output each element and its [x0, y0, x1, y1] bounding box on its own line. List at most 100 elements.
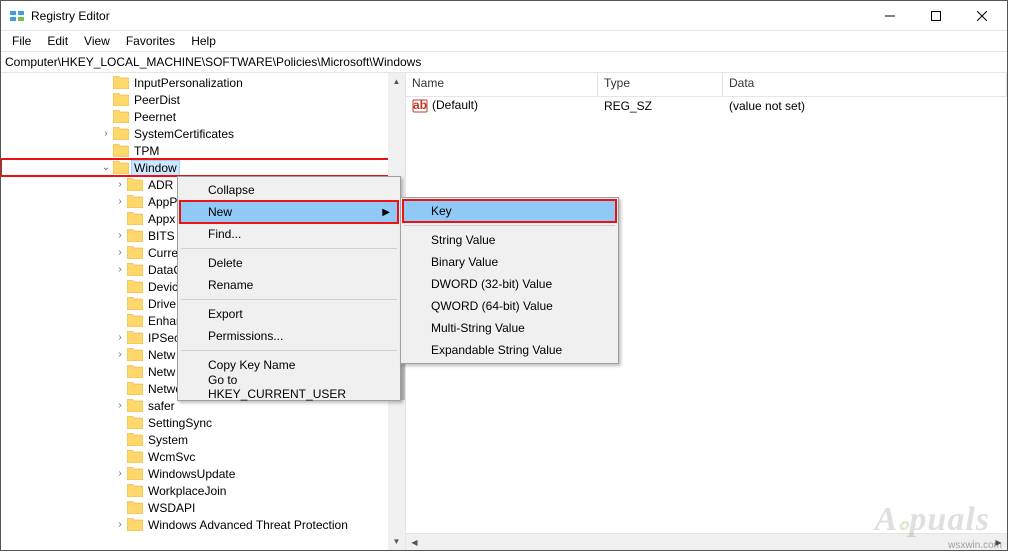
tree-item[interactable]: ›WindowsUpdate [1, 465, 405, 482]
scroll-up-button[interactable]: ▲ [388, 73, 405, 90]
scroll-left-button[interactable]: ◀ [406, 534, 423, 550]
list-header: Name Type Data [406, 73, 1007, 97]
tree-item-label: SettingSync [146, 416, 214, 430]
ctx-delete[interactable]: Delete [180, 252, 398, 274]
folder-icon [127, 195, 143, 208]
ctx-label: Multi-String Value [431, 321, 525, 335]
ctx-label: New [208, 205, 232, 219]
column-header-data[interactable]: Data [723, 73, 1007, 96]
tree-item-label: InputPersonalization [132, 76, 245, 90]
tree-item-label: Appx [146, 212, 177, 226]
maximize-button[interactable] [913, 1, 959, 31]
ctx-new-key[interactable]: Key [403, 200, 616, 222]
folder-icon [127, 246, 143, 259]
expand-icon[interactable]: › [113, 519, 127, 530]
ctx-label: Export [208, 307, 243, 321]
ctx-goto-hkcu[interactable]: Go to HKEY_CURRENT_USER [180, 376, 398, 398]
folder-icon [113, 76, 129, 89]
tree-item[interactable]: ›Peernet [1, 108, 405, 125]
tree-item-label: System [146, 433, 190, 447]
folder-icon [127, 331, 143, 344]
expand-icon[interactable]: › [113, 468, 127, 479]
tree-item[interactable]: ›Windows Advanced Threat Protection [1, 516, 405, 533]
minimize-button[interactable] [867, 1, 913, 31]
column-header-name[interactable]: Name [406, 73, 598, 96]
scroll-down-button[interactable]: ▼ [388, 533, 405, 550]
menu-favorites[interactable]: Favorites [119, 33, 182, 49]
svg-text:ab: ab [413, 98, 427, 112]
menu-file[interactable]: File [5, 33, 38, 49]
folder-icon [127, 263, 143, 276]
folder-icon [127, 212, 143, 225]
ctx-separator [181, 299, 397, 300]
titlebar: Registry Editor [1, 1, 1007, 31]
tree-item[interactable]: ›WSDAPI [1, 499, 405, 516]
ctx-new-expandable-string[interactable]: Expandable String Value [403, 339, 616, 361]
tree-item[interactable]: ›PeerDist [1, 91, 405, 108]
expand-icon[interactable]: › [99, 128, 113, 139]
expand-icon[interactable]: › [113, 179, 127, 190]
ctx-find[interactable]: Find... [180, 223, 398, 245]
menu-view[interactable]: View [77, 33, 117, 49]
menu-help[interactable]: Help [184, 33, 223, 49]
ctx-separator [181, 248, 397, 249]
folder-icon [113, 161, 129, 174]
ctx-permissions[interactable]: Permissions... [180, 325, 398, 347]
ctx-collapse[interactable]: Collapse [180, 179, 398, 201]
ctx-label: Collapse [208, 183, 255, 197]
ctx-label: Delete [208, 256, 243, 270]
ctx-new-qword[interactable]: QWORD (64-bit) Value [403, 295, 616, 317]
ctx-new-binary[interactable]: Binary Value [403, 251, 616, 273]
registry-editor-window: Registry Editor File Edit View Favorites… [0, 0, 1008, 551]
ctx-label: DWORD (32-bit) Value [431, 277, 552, 291]
tree-item[interactable]: ›TPM [1, 142, 405, 159]
window-title: Registry Editor [31, 9, 110, 23]
expand-icon[interactable]: › [113, 230, 127, 241]
ctx-new-multi-string[interactable]: Multi-String Value [403, 317, 616, 339]
tree-item-label: AppP [146, 195, 179, 209]
tree-item[interactable]: ›System [1, 431, 405, 448]
collapse-icon[interactable]: ⌄ [99, 162, 113, 173]
context-submenu-new: Key String Value Binary Value DWORD (32-… [400, 197, 619, 364]
ctx-label: Rename [208, 278, 253, 292]
ctx-separator [404, 225, 615, 226]
watermark-site: wsxwin.com [948, 540, 1002, 551]
list-row[interactable]: ab(Default)REG_SZ(value not set) [406, 97, 1007, 115]
ctx-new-dword[interactable]: DWORD (32-bit) Value [403, 273, 616, 295]
folder-icon [127, 365, 143, 378]
tree-item-label: Netw [146, 365, 177, 379]
tree-item[interactable]: ›SettingSync [1, 414, 405, 431]
address-input[interactable] [5, 55, 1003, 69]
tree-item-label: Netw [146, 348, 177, 362]
ctx-label: Go to HKEY_CURRENT_USER [208, 373, 368, 401]
tree-item[interactable]: ›WorkplaceJoin [1, 482, 405, 499]
ctx-new-string[interactable]: String Value [403, 229, 616, 251]
tree-item[interactable]: ⌄Window [1, 159, 405, 176]
menu-edit[interactable]: Edit [40, 33, 75, 49]
expand-icon[interactable]: › [113, 264, 127, 275]
tree-item[interactable]: ›WcmSvc [1, 448, 405, 465]
address-bar [1, 51, 1007, 73]
ctx-label: Binary Value [431, 255, 498, 269]
ctx-rename[interactable]: Rename [180, 274, 398, 296]
app-icon [9, 8, 25, 24]
ctx-new[interactable]: New▶ [180, 201, 398, 223]
column-header-type[interactable]: Type [598, 73, 723, 96]
ctx-label: Find... [208, 227, 241, 241]
tree-item-label: WorkplaceJoin [146, 484, 228, 498]
watermark-logo: A✪puals [875, 501, 990, 539]
expand-icon[interactable]: › [113, 196, 127, 207]
expand-icon[interactable]: › [113, 332, 127, 343]
close-button[interactable] [959, 1, 1005, 31]
folder-icon [127, 382, 143, 395]
expand-icon[interactable]: › [113, 400, 127, 411]
tree-item[interactable]: ›SystemCertificates [1, 125, 405, 142]
expand-icon[interactable]: › [113, 349, 127, 360]
ctx-export[interactable]: Export [180, 303, 398, 325]
folder-icon [127, 314, 143, 327]
value-data: (value not set) [723, 99, 1007, 113]
tree-item-label: Curre [146, 246, 180, 260]
expand-icon[interactable]: › [113, 247, 127, 258]
tree-item-label: Peernet [132, 110, 178, 124]
tree-item[interactable]: ›InputPersonalization [1, 74, 405, 91]
